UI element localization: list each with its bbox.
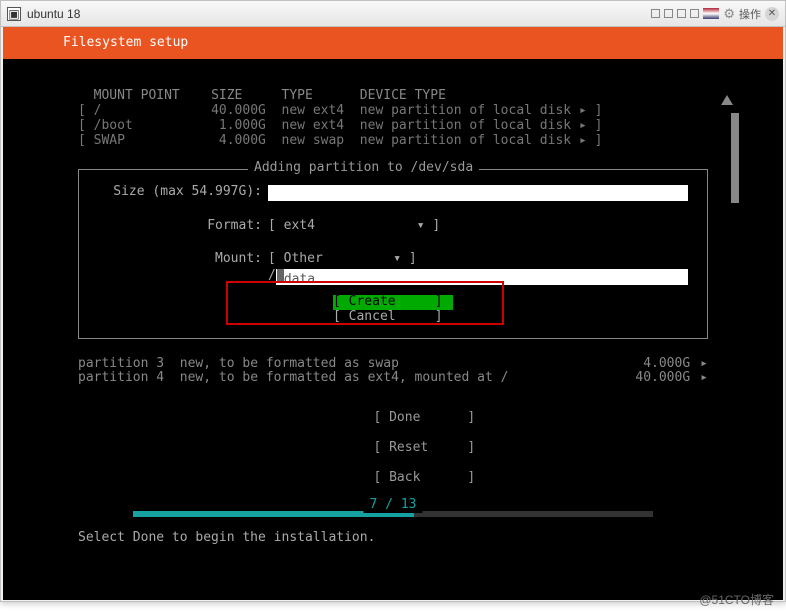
progress: 7 / 13 (133, 507, 653, 521)
tb-btn-1[interactable] (651, 9, 660, 18)
installer-console: Filesystem setup MOUNT POINT SIZE TYPE D… (3, 27, 783, 600)
partition-table-header: MOUNT POINT SIZE TYPE DEVICE TYPE (78, 89, 783, 104)
tb-btn-3[interactable] (677, 9, 686, 18)
mount-path-input[interactable]: data (276, 269, 688, 285)
locale-flag-icon (703, 8, 719, 19)
size-label: Size (max 54.997G): (98, 185, 268, 200)
page-header: Filesystem setup (3, 27, 783, 59)
add-partition-dialog: Adding partition to /dev/sda Size (max 5… (78, 169, 708, 339)
format-dropdown[interactable]: [ ext4 ▾ ] (268, 219, 440, 234)
dialog-title: Adding partition to /dev/sda (248, 161, 479, 176)
partition-table: MOUNT POINT SIZE TYPE DEVICE TYPE [ / 40… (3, 89, 783, 149)
table-row[interactable]: [ / 40.000G new ext4 new partition of lo… (78, 104, 783, 119)
tb-btn-4[interactable] (690, 9, 699, 18)
hint-text: Select Done to begin the installation. (3, 521, 783, 546)
list-item[interactable]: partition 4 new, to be formatted as ext4… (78, 371, 708, 386)
chevron-right-icon: ▸ (690, 371, 708, 386)
action-menu[interactable]: 操作 (739, 6, 761, 22)
dialog-buttons: [ Create ] [ Cancel ] (98, 295, 688, 325)
cancel-button[interactable]: [ Cancel ] (333, 310, 453, 325)
chevron-right-icon: ▸ (690, 357, 708, 372)
gear-icon[interactable]: ⚙ (723, 6, 735, 22)
size-input[interactable] (268, 185, 688, 201)
done-button[interactable]: [ Done ] (373, 410, 475, 425)
nav-buttons: [ Done ] [ Reset ] [ Back ] (3, 396, 783, 501)
pending-partitions: partition 3 new, to be formatted as swap… (3, 339, 783, 387)
app-icon: ▣ (7, 7, 21, 21)
window-title: ubuntu 18 (27, 7, 80, 21)
content-area: MOUNT POINT SIZE TYPE DEVICE TYPE [ / 40… (3, 59, 783, 546)
mount-dropdown[interactable]: [ Other ▾ ] (268, 252, 417, 267)
list-item[interactable]: partition 3 new, to be formatted as swap… (78, 357, 708, 372)
titlebar: ▣ ubuntu 18 ⚙ 操作 ✕ (1, 1, 785, 27)
scroll-up-icon[interactable] (721, 95, 733, 105)
mount-prefix: / (268, 269, 276, 284)
watermark: @51CTO博客 (699, 591, 774, 608)
progress-label: 7 / 13 (364, 498, 423, 513)
back-button[interactable]: [ Back ] (373, 470, 475, 485)
table-row[interactable]: [ /boot 1.000G new ext4 new partition of… (78, 119, 783, 134)
size-row: Size (max 54.997G): (98, 185, 688, 201)
table-row[interactable]: [ SWAP 4.000G new swap new partition of … (78, 134, 783, 149)
vm-window: ▣ ubuntu 18 ⚙ 操作 ✕ Filesystem setup MOUN… (0, 0, 786, 602)
close-icon[interactable]: ✕ (765, 7, 779, 21)
cursor-icon (277, 269, 284, 283)
tb-btn-2[interactable] (664, 9, 673, 18)
format-row: Format: [ ext4 ▾ ] (98, 219, 688, 234)
mount-label: Mount: (98, 252, 268, 267)
titlebar-controls: ⚙ 操作 ✕ (651, 6, 779, 22)
mount-row: Mount: [ Other ▾ ] / data (98, 252, 688, 285)
reset-button[interactable]: [ Reset ] (373, 440, 475, 455)
format-label: Format: (98, 219, 268, 234)
page-title: Filesystem setup (63, 36, 188, 51)
create-button[interactable]: [ Create ] (333, 295, 453, 310)
scrollbar[interactable] (731, 113, 739, 203)
